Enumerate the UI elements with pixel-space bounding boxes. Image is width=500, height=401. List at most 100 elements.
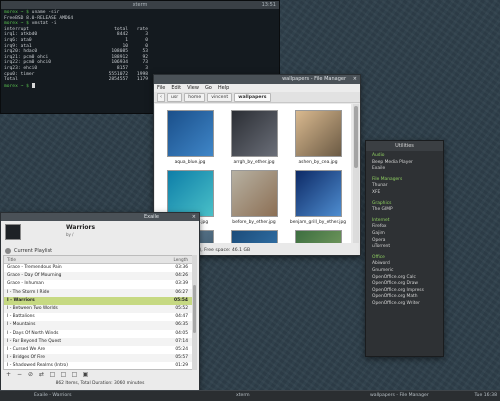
playlist-toolbar: + − ⊘ ⇄ □ □ □ ▣ bbox=[4, 370, 90, 379]
now-playing-artist: by / bbox=[66, 232, 74, 237]
track-length: 05:57 bbox=[175, 355, 188, 361]
file-manager-menubar: File Edit View Go Help bbox=[154, 84, 360, 92]
menu-item[interactable]: OpenOffice.org Writer bbox=[372, 301, 443, 308]
applications-menu[interactable]: Utilities Audio Beep Media Player Exaile Fi… bbox=[365, 140, 444, 357]
menu-item[interactable]: OpenOffice.org Draw bbox=[372, 281, 443, 288]
breadcrumb-vincent[interactable]: vincent bbox=[207, 92, 233, 102]
table-row[interactable]: I - Mountains 06:35 bbox=[4, 321, 192, 330]
scrollbar-thumb[interactable] bbox=[354, 106, 358, 168]
breadcrumb-home[interactable]: home bbox=[184, 92, 206, 102]
properties-icon[interactable]: ▣ bbox=[81, 370, 90, 379]
table-row[interactable]: I - Warriors 05:54 bbox=[4, 296, 192, 305]
breadcrumb-usr[interactable]: usr bbox=[167, 92, 183, 102]
menu-item[interactable]: Thunar bbox=[372, 183, 443, 190]
terminal-title: xterm bbox=[132, 2, 148, 8]
menu-item-file[interactable]: File bbox=[157, 85, 165, 91]
table-row[interactable]: I - Shadowed Realms (Intro) 01:29 bbox=[4, 362, 192, 369]
player-window-title: Exaile bbox=[143, 214, 159, 220]
table-row[interactable]: I - Battalions 04:47 bbox=[4, 313, 192, 321]
terminal-prompt: morex ~ $ bbox=[4, 21, 29, 27]
column-title[interactable]: Title bbox=[7, 256, 16, 263]
terminal-prompt: morex ~ $ bbox=[4, 10, 29, 15]
scrollbar-thumb[interactable] bbox=[193, 285, 196, 333]
table-row[interactable]: I - Far Beyond The Quest 07:14 bbox=[4, 337, 192, 346]
menu-body: Audio Beep Media Player Exaile File Manager… bbox=[366, 151, 443, 307]
file-name: arrgh_by_ether.jpg bbox=[233, 160, 275, 165]
terminal-text: FreeBSD 8.0-RELEASE AMD64 bbox=[4, 15, 74, 21]
album-art bbox=[5, 224, 21, 240]
column-length[interactable]: Length bbox=[174, 256, 188, 263]
menu-item[interactable]: Gnumeric bbox=[372, 268, 443, 275]
file-item[interactable]: benjam_grill_by_ether.jpg bbox=[289, 170, 347, 225]
menu-item[interactable]: Gajim bbox=[372, 231, 443, 238]
clear-icon[interactable]: ⊘ bbox=[26, 370, 35, 379]
menu-item-go[interactable]: Go bbox=[205, 85, 212, 91]
track-length: 05:54 bbox=[174, 297, 188, 303]
table-row[interactable]: I - Cursed We Are 05:24 bbox=[4, 346, 192, 354]
menu-item[interactable]: uTorrent bbox=[372, 244, 443, 251]
terminal-text: vmstat -i bbox=[28, 21, 57, 27]
track-title: Grace - Inhuman bbox=[7, 281, 44, 287]
taskbar-item-terminal[interactable]: xterm bbox=[236, 393, 250, 398]
table-row[interactable]: I - Days Of North Winds 04:05 bbox=[4, 330, 192, 338]
taskbar-item-player[interactable]: Exaile - Warriors bbox=[34, 393, 72, 398]
playlist-rows: Grace - Tremendous Pain 03:36 Grace - Day … bbox=[4, 264, 192, 369]
menu-item[interactable]: XFE bbox=[372, 190, 443, 197]
chevron-left-icon[interactable]: ‹ bbox=[157, 92, 165, 102]
table-row[interactable]: Grace - Day Of Mourning 04:26 bbox=[4, 272, 192, 281]
terminal-cell: Total bbox=[4, 77, 18, 83]
save-icon[interactable]: □ bbox=[70, 370, 79, 379]
file-view-scrollbar[interactable] bbox=[353, 104, 359, 243]
music-player-window[interactable]: Exaile × Warriors by / Current Playlist … bbox=[0, 212, 200, 392]
player-titlebar[interactable]: Exaile × bbox=[1, 213, 199, 221]
new-playlist-icon[interactable]: □ bbox=[48, 370, 57, 379]
menu-item-view[interactable]: View bbox=[187, 85, 199, 91]
playlist-scrollbar[interactable] bbox=[192, 255, 197, 370]
menu-item[interactable]: Firefox bbox=[372, 224, 443, 231]
terminal-title-right: 13:51 bbox=[261, 2, 276, 8]
menu-item[interactable]: Abiword bbox=[372, 261, 443, 268]
terminal-prompt: morex ~ $ bbox=[4, 83, 29, 89]
close-icon[interactable]: × bbox=[353, 75, 357, 84]
track-length: 03:36 bbox=[175, 265, 188, 270]
playlist-title: Current Playlist bbox=[14, 248, 53, 254]
table-row[interactable]: I - Bridges Of Fire 05:57 bbox=[4, 354, 192, 363]
track-title: I - Cursed We Are bbox=[7, 346, 46, 352]
file-item[interactable]: arrgh_by_ether.jpg bbox=[225, 110, 283, 165]
now-playing: Warriors by / bbox=[1, 221, 199, 243]
breadcrumb-wallpapers[interactable]: wallpapers bbox=[234, 92, 271, 102]
file-thumbnail bbox=[166, 110, 214, 157]
file-item[interactable] bbox=[225, 230, 283, 243]
table-row[interactable]: Grace - Tremendous Pain 03:36 bbox=[4, 264, 192, 272]
menu-item[interactable]: The GIMP bbox=[372, 207, 443, 214]
file-item[interactable]: aqua_blue.jpg bbox=[161, 110, 219, 165]
add-icon[interactable]: + bbox=[4, 370, 13, 379]
table-row[interactable]: Grace - Inhuman 03:39 bbox=[4, 280, 192, 288]
file-item[interactable] bbox=[289, 230, 347, 243]
file-name: ashen_by_cea.jpg bbox=[298, 160, 338, 165]
open-icon[interactable]: □ bbox=[59, 370, 68, 379]
track-length: 06:35 bbox=[175, 322, 188, 328]
track-title: I - Warriors bbox=[7, 297, 35, 303]
table-row[interactable]: I - Between Two Worlds 05:52 bbox=[4, 304, 192, 314]
menu-item[interactable]: OpenOffice.org Math bbox=[372, 294, 443, 301]
file-item[interactable]: before_by_ether.jpg bbox=[225, 170, 283, 225]
menu-item-edit[interactable]: Edit bbox=[171, 85, 181, 91]
track-title: I - Battalions bbox=[7, 314, 35, 320]
shuffle-icon[interactable]: ⇄ bbox=[37, 370, 46, 379]
menu-item-help[interactable]: Help bbox=[218, 85, 229, 91]
playlist-icon bbox=[5, 248, 11, 254]
file-item[interactable]: ashen_by_cea.jpg bbox=[289, 110, 347, 165]
track-title: I - The Storm I Ride bbox=[7, 289, 50, 295]
menu-item[interactable]: Exaile bbox=[372, 166, 443, 173]
terminal-titlebar[interactable]: xterm 13:51 bbox=[1, 1, 279, 9]
remove-icon[interactable]: − bbox=[15, 370, 24, 379]
track-title: I - Shadowed Realms (Intro) bbox=[7, 363, 68, 369]
playlist-table[interactable]: Title Length Grace - Tremendous Pain 03:3… bbox=[3, 255, 193, 370]
file-manager-titlebar[interactable]: wallpapers - File Manager × bbox=[154, 75, 360, 84]
close-icon[interactable]: × bbox=[192, 213, 196, 221]
taskbar-item-file-manager[interactable]: wallpapers - File Manager bbox=[370, 393, 429, 398]
track-length: 01:29 bbox=[175, 363, 188, 369]
file-name: aqua_blue.jpg bbox=[174, 160, 206, 165]
table-row[interactable]: I - The Storm I Ride 06:27 bbox=[4, 288, 192, 297]
